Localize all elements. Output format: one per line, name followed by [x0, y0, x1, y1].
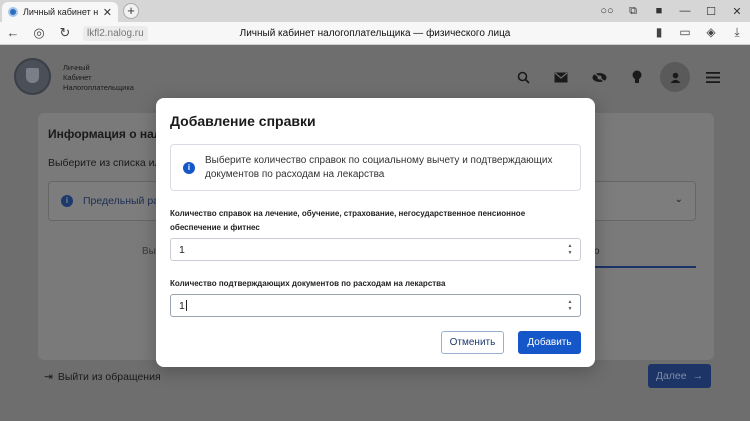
- add-certificate-modal: Добавление справки i Выберите количество…: [156, 98, 595, 367]
- address-bar: ← ◎ ↻ lkfl2.nalog.ru Личный кабинет нало…: [0, 22, 750, 45]
- chevron-down-icon[interactable]: ⌄: [675, 194, 683, 205]
- new-tab-button[interactable]: +: [123, 3, 139, 19]
- card-subtitle: Выберите из списка или: [48, 157, 167, 169]
- favicon-icon: [8, 7, 18, 17]
- card-title: Информация о нал: [48, 127, 162, 141]
- address-bar-actions: ▮ ▭ ◈ ⤓: [646, 25, 750, 40]
- tab-left[interactable]: Вы: [142, 246, 156, 257]
- menu-icon[interactable]: [698, 62, 728, 92]
- add-button[interactable]: Добавить: [518, 331, 581, 354]
- battery-icon[interactable]: ▭: [672, 25, 698, 40]
- browser-tab[interactable]: Личный кабинет налог ✕: [2, 2, 118, 22]
- limit-accordion-label: Предельный раз: [83, 195, 164, 207]
- info-notice: i Выберите количество справок по социаль…: [170, 144, 581, 191]
- exit-link-label: Выйти из обращения: [57, 371, 161, 383]
- header-icons: [508, 62, 728, 92]
- download-icon[interactable]: ⤓: [724, 25, 750, 40]
- field1-label: Количество справок на лечение, обучение,…: [170, 209, 526, 232]
- mail-icon[interactable]: [546, 62, 576, 92]
- brand-text: Личный Кабинет Налогоплательщика: [63, 63, 134, 92]
- documents-count-value: 1: [179, 300, 187, 312]
- fns-logo-icon[interactable]: [14, 58, 51, 95]
- collections-icon[interactable]: ⧉: [620, 5, 646, 18]
- extension-icon[interactable]: ◈: [698, 25, 724, 40]
- window-controls: ○○ ⧉ ■ — ☐ ✕: [594, 0, 750, 22]
- bookmark-icon[interactable]: ▮: [646, 25, 672, 40]
- modal-title: Добавление справки: [170, 113, 316, 129]
- info-icon: i: [183, 162, 195, 174]
- info-text: Выберите количество справок по социально…: [205, 155, 553, 180]
- tab-active-indicator: [586, 266, 696, 268]
- cancel-button[interactable]: Отменить: [441, 331, 504, 354]
- maximize-icon[interactable]: ☐: [698, 5, 724, 18]
- close-window-icon[interactable]: ✕: [724, 5, 750, 18]
- number-stepper-icon[interactable]: ▲ ▼: [566, 243, 574, 257]
- tab-title: Личный кабинет налог: [23, 7, 98, 17]
- certificates-count-value: 1: [179, 244, 185, 256]
- browser-tabbar: Личный кабинет налог ✕ + ○○ ⧉ ■ — ☐ ✕: [0, 0, 750, 22]
- number-stepper-icon[interactable]: ▲ ▼: [566, 299, 574, 313]
- next-button[interactable]: Далее →: [648, 364, 711, 388]
- eye-off-icon[interactable]: [584, 62, 614, 92]
- minimize-icon[interactable]: —: [672, 5, 698, 17]
- exit-link[interactable]: ⇥ Выйти из обращения: [44, 371, 161, 383]
- notifications-icon[interactable]: ■: [646, 5, 672, 17]
- search-icon[interactable]: [508, 62, 538, 92]
- field2-label: Количество подтверждающих документов по …: [170, 279, 446, 288]
- reader-mode-icon[interactable]: ○○: [594, 5, 620, 17]
- exit-icon: ⇥: [44, 371, 53, 383]
- info-icon: i: [61, 195, 73, 207]
- close-tab-icon[interactable]: ✕: [103, 6, 112, 19]
- bulb-icon[interactable]: [622, 62, 652, 92]
- user-icon[interactable]: [660, 62, 690, 92]
- arrow-right-icon: →: [692, 370, 704, 382]
- page-title: Личный кабинет налогоплательщика — физич…: [239, 28, 511, 39]
- certificates-count-input[interactable]: 1 ▲ ▼: [170, 238, 581, 261]
- documents-count-input[interactable]: 1 ▲ ▼: [170, 294, 581, 317]
- next-button-label: Далее: [655, 370, 687, 382]
